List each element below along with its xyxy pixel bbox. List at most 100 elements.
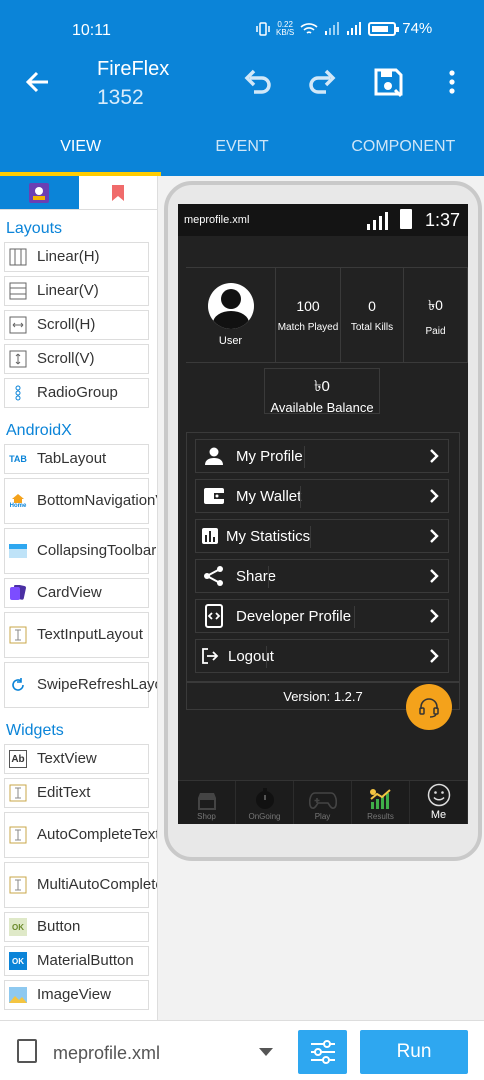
palette-item-label: SwipeRefreshLayout [37, 676, 157, 693]
palette-item-button[interactable]: OK Button [4, 912, 149, 942]
palette-item-multiautocompletetextview[interactable]: MultiAutoCompleteTextView [4, 862, 157, 908]
preview-screen[interactable]: meprofile.xml 1:37 User 100 Match Played… [178, 204, 468, 824]
radiogroup-icon [9, 384, 27, 402]
battery-icon [368, 21, 400, 36]
preview-file-name: meprofile.xml [184, 214, 250, 226]
linear-h-icon [9, 248, 27, 266]
palette-item-materialbutton[interactable]: OK MaterialButton [4, 946, 149, 976]
palette-item-bottomnavigationview[interactable]: Home BottomNavigationView [4, 478, 157, 524]
palette-item-linear-v[interactable]: Linear(V) [4, 276, 149, 306]
shop-icon [197, 793, 216, 810]
palette-tab-bookmarks[interactable] [79, 176, 158, 209]
tab-event[interactable]: EVENT [161, 120, 322, 176]
scroll-v-icon [9, 350, 27, 368]
chevron-right-icon [430, 449, 439, 463]
home-icon-text: Home [9, 503, 27, 509]
available-balance: ৳0 Available Balance [264, 368, 380, 415]
preview-time: 1:37 [424, 210, 460, 230]
more-vert-icon[interactable] [434, 64, 470, 100]
menu-arrow-box [268, 566, 444, 588]
palette-item-scroll-v[interactable]: Scroll(V) [4, 344, 149, 374]
textview-icon: Ab [9, 750, 27, 768]
current-file-name[interactable]: meprofile.xml [53, 1043, 160, 1064]
headset-icon [419, 698, 439, 718]
palette-item-textinputlayout[interactable]: TextInputLayout [4, 612, 149, 658]
palette-item-tablayout[interactable]: TAB TabLayout [4, 444, 149, 474]
palette-item-collapsingtoolbar[interactable]: CollapsingToolbar [4, 528, 156, 574]
textinput-icon [9, 626, 27, 644]
palette-item-swiperefreshlayout[interactable]: SwipeRefreshLayout [4, 662, 157, 708]
project-title: FireFlex [97, 58, 170, 80]
tab-view[interactable]: VIEW [0, 120, 162, 176]
chevron-right-icon [430, 529, 439, 543]
nav-play[interactable]: Play [294, 781, 352, 824]
palette-item-radiogroup[interactable]: RadioGroup [4, 378, 149, 408]
palette-item-textview[interactable]: Ab TextView [4, 744, 149, 774]
palette-item-autocompletetextview[interactable]: AutoCompleteTextView [4, 812, 157, 858]
multiautocomplete-icon [9, 876, 27, 894]
results-icon [369, 789, 391, 809]
balance-value: ৳0 [314, 378, 330, 395]
battery-level: 74% [402, 20, 433, 37]
properties-button[interactable] [298, 1030, 347, 1074]
file-icon [17, 1039, 37, 1063]
menu-my-profile[interactable]: My Profile [195, 439, 449, 473]
palette-item-linear-h[interactable]: Linear(H) [4, 242, 149, 272]
material-button-icon: OK [9, 952, 27, 970]
menu-my-statistics[interactable]: My Statistics [195, 519, 449, 553]
widget-palette: Layouts Linear(H) Linear(V) Scroll(H) Sc… [0, 176, 158, 1020]
run-button[interactable]: Run [360, 1030, 468, 1074]
palette-item-imageview[interactable]: ImageView [4, 980, 149, 1010]
palette-item-label: MultiAutoCompleteTextView [37, 876, 157, 893]
profile-stats: User 100 Match Played 0 Total Kills ৳0 P… [186, 267, 468, 363]
nav-shop[interactable]: Shop [178, 781, 236, 824]
stat-label: Match Played [277, 321, 339, 333]
menu-arrow-box [304, 446, 444, 468]
collapsing-toolbar-icon [9, 542, 27, 560]
preview-status-bar: meprofile.xml 1:37 [178, 204, 468, 236]
wifi-icon [300, 22, 318, 34]
dropdown-arrow-icon[interactable] [259, 1048, 273, 1056]
logout-icon [198, 644, 222, 668]
menu-my-wallet[interactable]: My Wallet [195, 479, 449, 513]
wallet-icon [202, 484, 226, 508]
palette-item-scroll-h[interactable]: Scroll(H) [4, 310, 149, 340]
menu-logout[interactable]: Logout [195, 639, 449, 673]
palette-item-cardview[interactable]: CardView [4, 578, 149, 608]
menu-arrow-box [310, 526, 444, 548]
home-icon: Home [9, 492, 27, 510]
bookmark-icon [111, 184, 124, 201]
menu-developer-profile[interactable]: Developer Profile [195, 599, 449, 633]
nav-results[interactable]: Results [352, 781, 410, 824]
palette-item-label: AutoCompleteTextView [37, 826, 157, 843]
section-widgets: Widgets [6, 722, 64, 739]
stat-label: Paid [425, 325, 446, 337]
autocomplete-icon [9, 826, 27, 844]
menu-share[interactable]: Share [195, 559, 449, 593]
chevron-right-icon [430, 609, 439, 623]
palette-item-label: Scroll(V) [37, 350, 95, 367]
menu-label: My Wallet [236, 487, 302, 505]
status-time: 10:11 [72, 22, 111, 39]
project-id: 1352 [97, 86, 144, 109]
back-arrow-icon[interactable] [22, 66, 54, 98]
tab-component[interactable]: COMPONENT [323, 120, 484, 176]
nav-me[interactable]: Me [410, 781, 468, 824]
person-icon [202, 444, 226, 468]
support-fab[interactable] [406, 684, 452, 730]
undo-icon[interactable] [240, 64, 276, 100]
chevron-right-icon [430, 649, 439, 663]
palette-tab-widgets[interactable] [0, 176, 79, 209]
save-icon[interactable] [370, 64, 406, 100]
stat-value: ৳0 [428, 296, 443, 313]
nav-ongoing[interactable]: OnGoing [236, 781, 294, 824]
redo-icon[interactable] [304, 64, 340, 100]
palette-item-label: Linear(H) [37, 248, 100, 265]
nav-label: Me [430, 809, 447, 821]
user-cell[interactable]: User [186, 268, 276, 362]
user-label: User [218, 335, 243, 347]
network-speed: 0.22 KB/S [276, 20, 294, 37]
palette-item-label: Scroll(H) [37, 316, 96, 333]
palette-item-edittext[interactable]: EditText [4, 778, 149, 808]
menu-label: My Profile [236, 447, 303, 465]
